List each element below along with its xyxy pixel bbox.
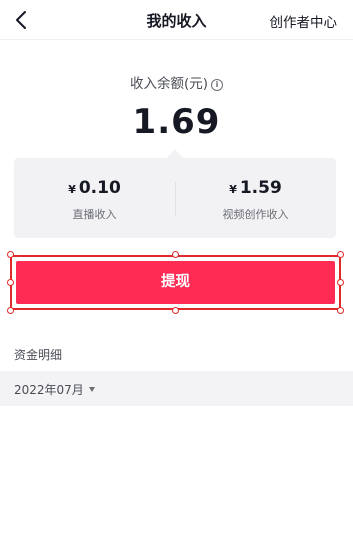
balance-label: 收入余额(元): [129, 76, 209, 92]
currency-symbol: ¥: [68, 183, 76, 196]
video-income-amount: ¥1.59: [175, 178, 336, 198]
selection-handle[interactable]: [337, 251, 344, 258]
month-selector[interactable]: 2022年07月: [14, 381, 95, 398]
top-nav-bar: 我的收入 创作者中心: [0, 0, 353, 40]
month-filter-bar: 2022年07月: [0, 371, 353, 406]
income-breakdown-card: ¥0.10 直播收入 ¥1.59 视频创作收入: [14, 158, 336, 238]
live-income-value: 0.10: [78, 178, 121, 198]
live-income-amount: ¥0.10: [14, 178, 175, 198]
video-income-label: 视频创作收入: [222, 208, 289, 221]
selection-handle[interactable]: [337, 279, 344, 286]
withdraw-button[interactable]: 提现: [16, 261, 335, 304]
selection-handle[interactable]: [7, 279, 14, 286]
month-value: 2022年07月: [14, 383, 84, 397]
info-icon[interactable]: i: [211, 79, 224, 91]
selection-outline: 提现: [10, 255, 341, 310]
live-income-column: ¥0.10 直播收入: [14, 158, 175, 238]
selection-handle[interactable]: [7, 251, 14, 258]
fund-details-title: 资金明细: [14, 348, 63, 362]
balance-amount: 1.69: [132, 102, 221, 142]
selection-handle[interactable]: [7, 307, 14, 314]
caret-down-icon: [88, 387, 95, 392]
currency-symbol: ¥: [229, 183, 237, 196]
live-income-label: 直播收入: [72, 208, 117, 221]
creator-center-link[interactable]: 创作者中心: [270, 11, 338, 31]
video-income-column: ¥1.59 视频创作收入: [175, 158, 336, 238]
selection-handle[interactable]: [337, 307, 344, 314]
video-income-value: 1.59: [239, 178, 282, 198]
balance-label-row: 收入余额(元) i: [0, 72, 353, 92]
selection-handle[interactable]: [172, 307, 179, 314]
selection-handle[interactable]: [172, 251, 179, 258]
